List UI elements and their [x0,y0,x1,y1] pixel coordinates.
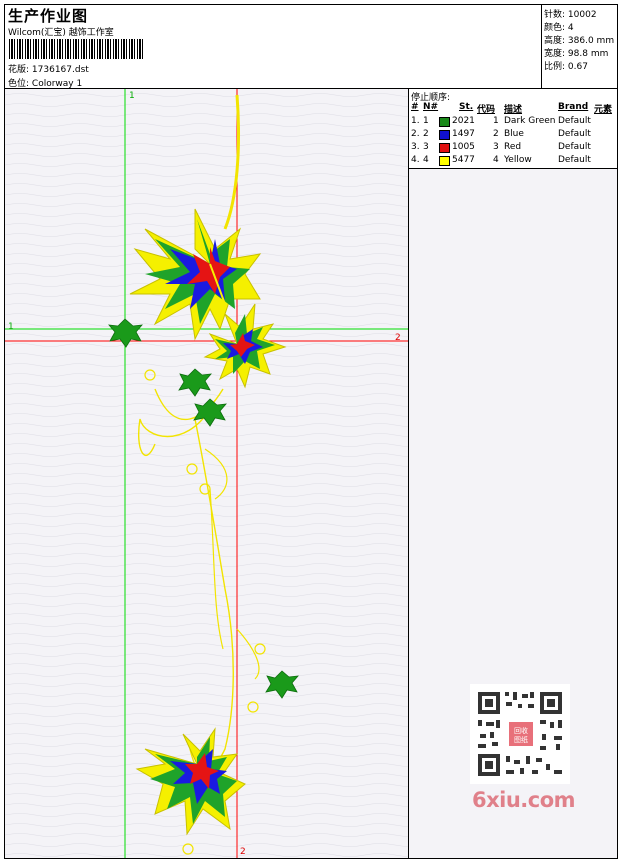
stat-stitches: 针数: 10002 [544,10,597,20]
svg-text:回收: 回收 [514,726,528,735]
guide-label-red-bottom: 2 [240,847,246,857]
stat-height: 高度: 386.0 mm [544,36,615,46]
guide-label-red-right: 2 [395,333,401,343]
guide-label-green-top: 1 [129,91,135,101]
header-info: 生产作业图 Wilcom(汇宝) 越饰工作室 花版: 1736167.dst 色… [5,5,542,89]
table-row[interactable]: 3. 3 1005 3 Red Default [409,142,617,155]
qr-code-icon: 回收 图纸 [470,684,570,784]
embroidery-design-svg [5,89,408,858]
stat-width: 宽度: 98.8 mm [544,49,609,59]
guide-label-green-left: 1 [8,322,14,332]
qr-code-watermark: 回收 图纸 [470,684,570,784]
stop-sequence-panel: 停止顺序: # N# St. 代码 描述 Brand 元素 1. 1 2021 … [409,89,617,169]
embroidery-canvas[interactable]: 1 1 2 2 [5,89,409,858]
colorway: 色位: Colorway 1 [8,76,82,89]
page-title: 生产作业图 [8,7,89,25]
table-row[interactable]: 1. 1 2021 1 Dark Green Default [409,116,617,129]
design-value: 1736167.dst [31,65,89,75]
design-file: 花版: 1736167.dst [8,62,89,75]
watermark-brand: 6xiu.com [472,788,576,812]
stat-colors: 颜色: 4 [544,23,574,33]
table-row[interactable]: 2. 2 1497 2 Blue Default [409,129,617,142]
colorway-value: Colorway 1 [31,79,83,89]
barcode [9,39,143,59]
software-subtitle: Wilcom(汇宝) 越饰工作室 [8,28,114,38]
stat-scale: 比例: 0.67 [544,62,588,72]
design-label: 花版: [8,65,30,75]
color-swatch-yellow [439,156,450,166]
color-swatch-dark-green [439,117,450,127]
svg-text:图纸: 图纸 [514,735,528,744]
table-row[interactable]: 4. 4 5477 4 Yellow Default [409,155,617,168]
stop-sequence-header: # N# St. 代码 描述 Brand 元素 [411,102,613,115]
color-swatch-blue [439,130,450,140]
color-swatch-red [439,143,450,153]
design-stats: 针数: 10002 颜色: 4 高度: 386.0 mm 宽度: 98.8 mm… [542,5,617,89]
colorway-label: 色位: [8,79,30,89]
